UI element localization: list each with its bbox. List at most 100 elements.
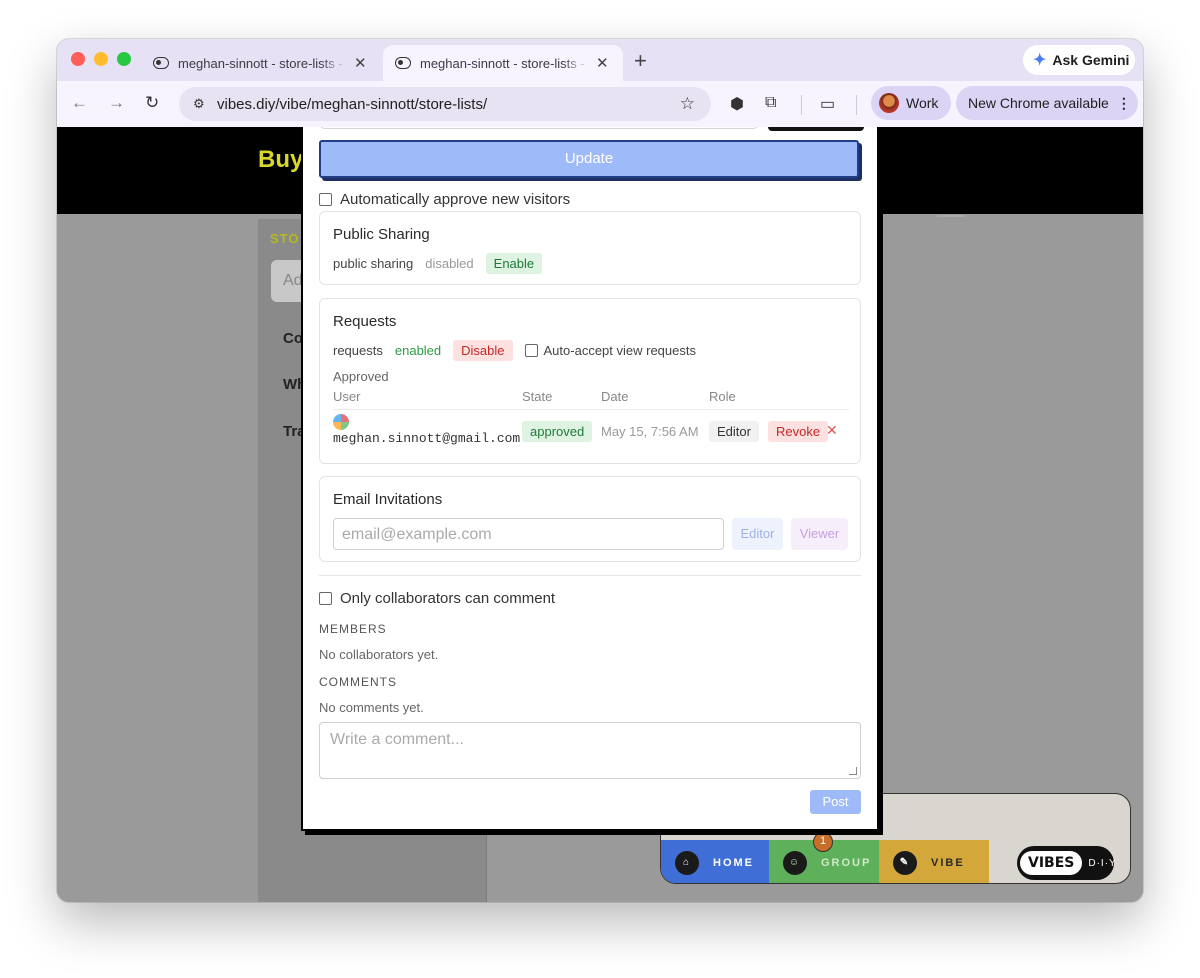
notification-badge: 1: [813, 832, 833, 852]
section-divider: [319, 575, 861, 576]
sidebar-item[interactable]: Co: [283, 330, 303, 347]
minimize-window-button[interactable]: [94, 52, 108, 66]
bookmark-star-icon[interactable]: ☆: [680, 94, 695, 114]
address-bar[interactable]: ⚙ vibes.diy/vibe/meghan-sinnott/store-li…: [179, 87, 711, 121]
auto-approve-checkbox[interactable]: [319, 193, 332, 206]
page-viewport: Buy STO Ad Co Wh Tra ⌂ HOME ☺ GROUP ✎ VI…: [57, 127, 1143, 902]
url-text[interactable]: vibes.diy/vibe/meghan-sinnott/store-list…: [217, 96, 487, 113]
column-header-state: State: [522, 389, 553, 404]
column-header-date: Date: [601, 389, 629, 404]
approved-heading: Approved: [333, 369, 389, 384]
table-divider: [333, 409, 849, 410]
group-label: GROUP: [821, 856, 872, 869]
update-button[interactable]: Update: [319, 140, 859, 178]
enable-button[interactable]: Enable: [485, 253, 543, 274]
disable-button[interactable]: Disable: [453, 340, 513, 361]
public-sharing-title: Public Sharing: [333, 226, 430, 243]
column-header-role: Role: [709, 389, 736, 404]
chrome-update-button[interactable]: New Chrome available ⋮: [956, 86, 1138, 120]
request-date: May 15, 7:56 AM: [601, 424, 699, 439]
tab-search-icon[interactable]: ▭: [820, 94, 835, 114]
cut-off-button: [768, 127, 864, 131]
requests-status: enabled: [394, 343, 442, 358]
only-collaborators-checkbox[interactable]: [319, 592, 332, 605]
toolbar-separator: [856, 95, 857, 115]
vibes-diy-logo[interactable]: VIBES D·I·Y: [1017, 846, 1117, 880]
home-button[interactable]: ⌂ HOME: [661, 840, 769, 883]
public-sharing-card: Public Sharing public sharing disabled E…: [319, 211, 861, 285]
reload-icon[interactable]: ↻: [145, 93, 159, 113]
sidebar-heading: STO: [270, 231, 300, 246]
requests-card: Requests requests enabled Disable Auto-a…: [319, 298, 861, 464]
auto-accept-checkbox[interactable]: [524, 344, 538, 357]
maximize-window-button[interactable]: [117, 52, 131, 66]
members-heading: MEMBERS: [319, 622, 387, 636]
vibes-favicon-icon: [153, 57, 169, 69]
comments-empty-text: No comments yet.: [319, 700, 424, 715]
vibes-logo-word: VIBES: [1020, 851, 1083, 875]
tab-1[interactable]: meghan-sinnott - store-lists - ✕: [141, 45, 377, 81]
browser-window: meghan-sinnott - store-lists - ✕ meghan-…: [57, 39, 1143, 902]
auto-approve-row[interactable]: Automatically approve new visitors: [319, 191, 570, 208]
comments-heading: COMMENTS: [319, 675, 397, 689]
site-settings-icon[interactable]: ⚙: [193, 96, 207, 112]
user-email: meghan.sinnott@gmail.com: [333, 431, 521, 446]
public-sharing-status-row: public sharing disabled Enable: [333, 253, 554, 274]
remove-x-icon[interactable]: ✕: [826, 422, 838, 439]
only-collaborators-label: Only collaborators can comment: [340, 590, 556, 607]
invite-viewer-button[interactable]: Viewer: [791, 518, 848, 550]
home-icon: ⌂: [675, 850, 699, 875]
header-underline: [937, 215, 965, 217]
comment-placeholder: Write a comment...: [330, 731, 464, 748]
vibes-favicon-icon: [395, 57, 411, 69]
invite-editor-button[interactable]: Editor: [732, 518, 783, 550]
home-label: HOME: [713, 856, 754, 869]
auto-approve-label: Automatically approve new visitors: [340, 191, 571, 208]
close-tab-icon[interactable]: ✕: [596, 54, 609, 72]
profile-avatar: [879, 93, 899, 113]
tab-strip: meghan-sinnott - store-lists - ✕ meghan-…: [57, 39, 1143, 81]
back-arrow-icon[interactable]: ←: [71, 93, 88, 113]
profile-button[interactable]: Work: [871, 86, 951, 120]
state-badge: approved: [522, 421, 593, 442]
revoke-button[interactable]: Revoke: [768, 421, 829, 442]
close-tab-icon[interactable]: ✕: [354, 54, 367, 72]
gemini-sparkle-icon: ✦: [1033, 52, 1047, 69]
auto-accept-label: Auto-accept view requests: [543, 343, 696, 358]
forward-arrow-icon[interactable]: →: [108, 93, 125, 113]
page-header-title: Buy: [258, 146, 304, 173]
requests-label: requests: [333, 343, 383, 358]
extensions-puzzle-icon[interactable]: ⧉: [765, 94, 776, 112]
browser-toolbar: ← → ↻ ⚙ vibes.diy/vibe/meghan-sinnott/st…: [57, 81, 1143, 127]
vibe-button[interactable]: ✎ VIBE: [879, 840, 989, 883]
members-empty-text: No collaborators yet.: [319, 647, 439, 662]
cut-off-input: [319, 127, 759, 129]
resize-grip-icon[interactable]: [849, 767, 857, 775]
close-window-button[interactable]: [71, 52, 85, 66]
vibes-logo-suffix: D·I·Y: [1088, 857, 1117, 869]
comment-textarea[interactable]: Write a comment...: [319, 722, 861, 779]
role-badge[interactable]: Editor: [709, 421, 759, 442]
public-sharing-label: public sharing: [333, 256, 414, 271]
extension-hexagon-icon[interactable]: ⬢: [730, 94, 744, 114]
group-icon: ☺: [783, 850, 807, 875]
only-collaborators-row[interactable]: Only collaborators can comment: [319, 590, 555, 607]
ask-gemini-label: Ask Gemini: [1052, 52, 1130, 68]
tab-title: meghan-sinnott - store-lists -: [420, 55, 585, 71]
more-menu-icon[interactable]: ⋮: [1117, 95, 1131, 112]
tab-title: meghan-sinnott - store-lists -: [178, 55, 343, 71]
email-invitations-card: Email Invitations email@example.com Edit…: [319, 476, 861, 562]
email-invite-input[interactable]: email@example.com: [333, 518, 724, 550]
post-comment-button[interactable]: Post: [810, 790, 861, 814]
profile-label: Work: [906, 95, 939, 111]
toolbar-separator: [801, 95, 802, 115]
user-avatar: [333, 414, 349, 430]
vibe-label: VIBE: [931, 856, 965, 869]
column-header-user: User: [333, 389, 361, 404]
chrome-update-label: New Chrome available: [968, 95, 1109, 111]
new-tab-button[interactable]: +: [634, 48, 647, 74]
tab-2-active[interactable]: meghan-sinnott - store-lists - ✕: [383, 45, 623, 81]
requests-status-row: requests enabled Disable Auto-accept vie…: [333, 340, 708, 361]
public-sharing-status: disabled: [425, 256, 474, 271]
ask-gemini-button[interactable]: ✦ Ask Gemini: [1023, 45, 1135, 75]
